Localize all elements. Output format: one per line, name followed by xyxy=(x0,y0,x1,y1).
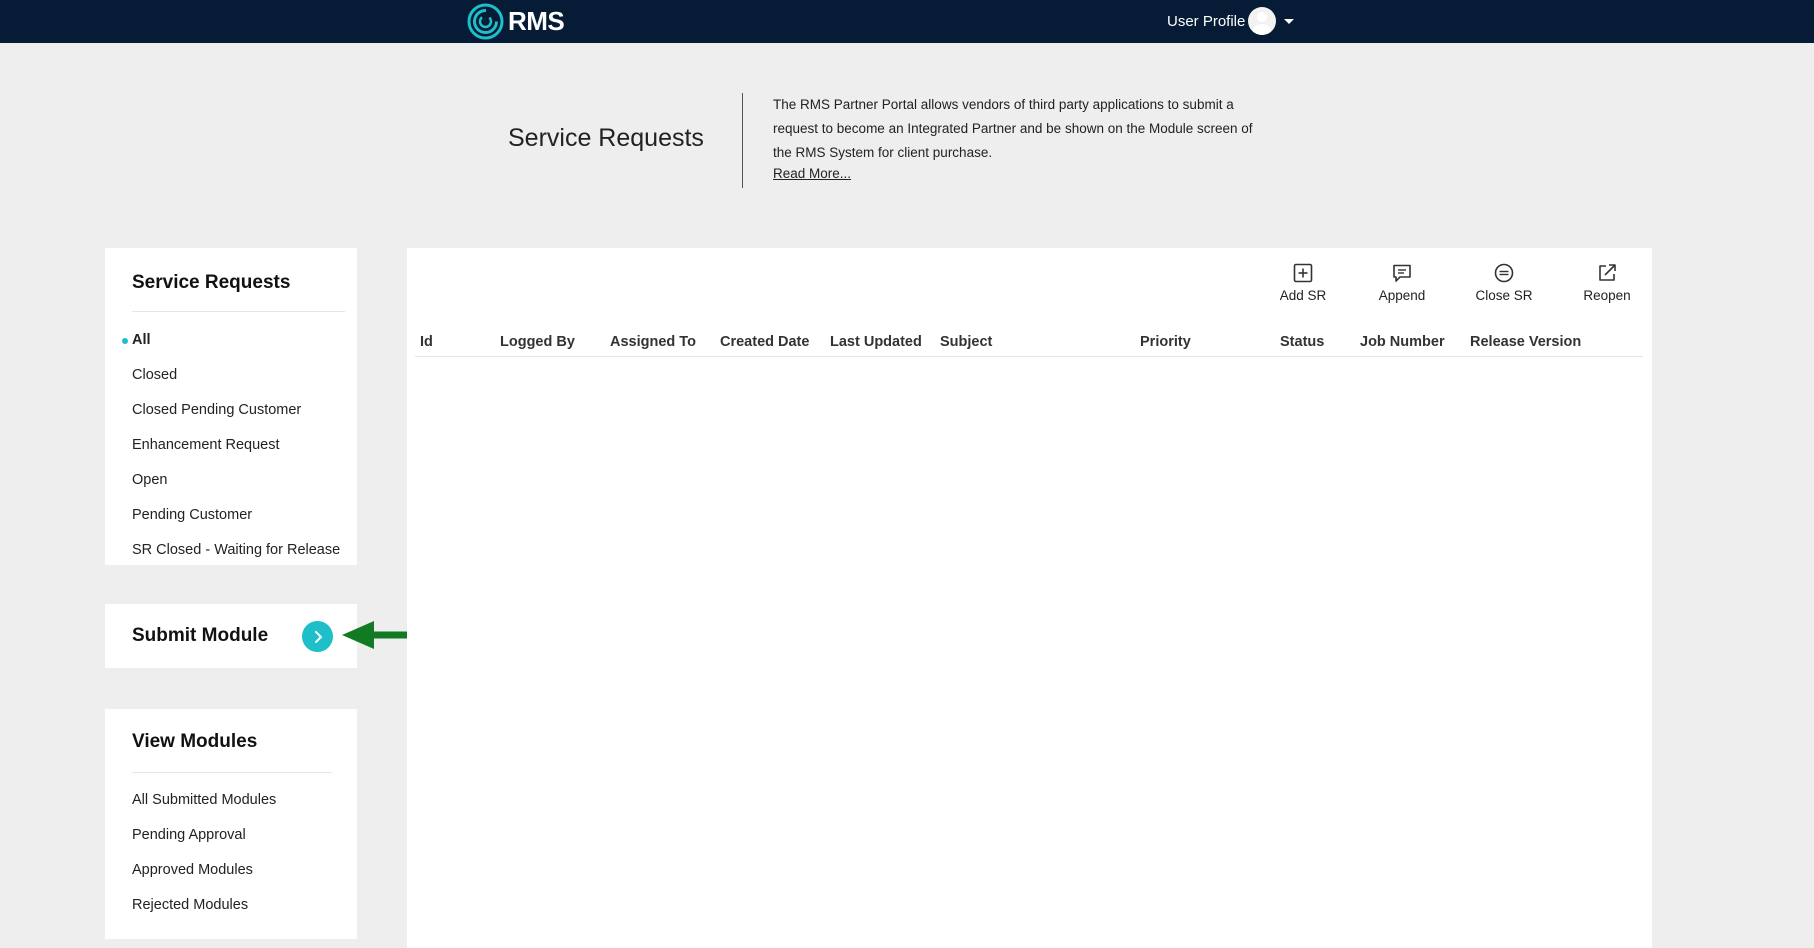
modules-filter-approved[interactable]: Approved Modules xyxy=(132,862,253,878)
column-header-release-version[interactable]: Release Version xyxy=(1470,334,1581,350)
column-header-job-number[interactable]: Job Number xyxy=(1360,334,1445,350)
top-navigation-bar: RMS User Profile xyxy=(0,0,1814,43)
rms-logo-icon xyxy=(467,3,504,40)
service-requests-table-panel: Add SR Append Close SR Reopen Id Logged … xyxy=(407,248,1652,948)
sr-filter-pending-customer[interactable]: Pending Customer xyxy=(132,507,252,523)
submit-module-title: Submit Module xyxy=(132,625,269,646)
sr-filter-open[interactable]: Open xyxy=(132,472,167,488)
read-more-link[interactable]: Read More... xyxy=(773,166,851,181)
reopen-label: Reopen xyxy=(1583,288,1631,303)
column-header-status[interactable]: Status xyxy=(1280,334,1324,350)
avatar xyxy=(1248,7,1277,35)
panel-divider xyxy=(132,772,332,773)
rms-logo[interactable]: RMS xyxy=(467,3,565,40)
sr-filter-sr-closed-waiting-for-release[interactable]: SR Closed - Waiting for Release xyxy=(132,542,340,558)
caret-down-icon xyxy=(1284,18,1295,24)
close-sr-label: Close SR xyxy=(1475,288,1533,303)
sr-filter-enhancement-request[interactable]: Enhancement Request xyxy=(132,437,280,453)
sr-filter-all[interactable]: All xyxy=(132,332,151,348)
reopen-button[interactable]: Reopen xyxy=(1572,262,1642,322)
page-title: Service Requests xyxy=(508,124,704,152)
chevron-right-icon xyxy=(314,630,322,643)
plus-square-icon xyxy=(1293,263,1313,283)
column-header-subject[interactable]: Subject xyxy=(940,334,992,350)
append-button[interactable]: Append xyxy=(1367,262,1437,322)
view-modules-title: View Modules xyxy=(132,731,258,752)
modules-filter-all-submitted[interactable]: All Submitted Modules xyxy=(132,792,276,808)
column-header-last-updated[interactable]: Last Updated xyxy=(830,334,922,350)
hero-divider xyxy=(742,93,743,188)
user-profile-menu[interactable]: User Profile xyxy=(1167,6,1295,36)
modules-filter-rejected[interactable]: Rejected Modules xyxy=(132,897,248,913)
column-header-id[interactable]: Id xyxy=(420,334,433,350)
sr-filter-closed[interactable]: Closed xyxy=(132,367,177,383)
add-sr-label: Add SR xyxy=(1279,288,1327,303)
submit-module-panel: Submit Module xyxy=(105,604,357,668)
logo-text: RMS xyxy=(508,6,565,36)
minus-circle-icon xyxy=(1494,263,1514,283)
view-modules-panel: View Modules All Submitted Modules Pendi… xyxy=(105,709,357,939)
user-profile-label: User Profile xyxy=(1167,12,1246,30)
column-header-priority[interactable]: Priority xyxy=(1140,334,1191,350)
table-header-divider xyxy=(415,356,1643,357)
submit-module-button[interactable] xyxy=(302,621,333,652)
external-link-icon xyxy=(1599,264,1616,281)
column-header-logged-by[interactable]: Logged By xyxy=(500,334,575,350)
service-requests-panel: Service Requests All Closed Closed Pendi… xyxy=(105,248,357,565)
modules-filter-pending-approval[interactable]: Pending Approval xyxy=(132,827,246,843)
column-header-created-date[interactable]: Created Date xyxy=(720,334,809,350)
append-label: Append xyxy=(1378,288,1426,303)
comment-icon xyxy=(1393,264,1411,282)
active-indicator-dot xyxy=(122,338,128,344)
hero-description: The RMS Partner Portal allows vendors of… xyxy=(773,97,1253,160)
panel-divider xyxy=(132,311,345,312)
column-header-assigned-to[interactable]: Assigned To xyxy=(610,334,696,350)
sr-filter-closed-pending-customer[interactable]: Closed Pending Customer xyxy=(132,402,301,418)
close-sr-button[interactable]: Close SR xyxy=(1469,262,1539,322)
service-requests-panel-title: Service Requests xyxy=(132,272,291,293)
add-sr-button[interactable]: Add SR xyxy=(1268,262,1338,322)
